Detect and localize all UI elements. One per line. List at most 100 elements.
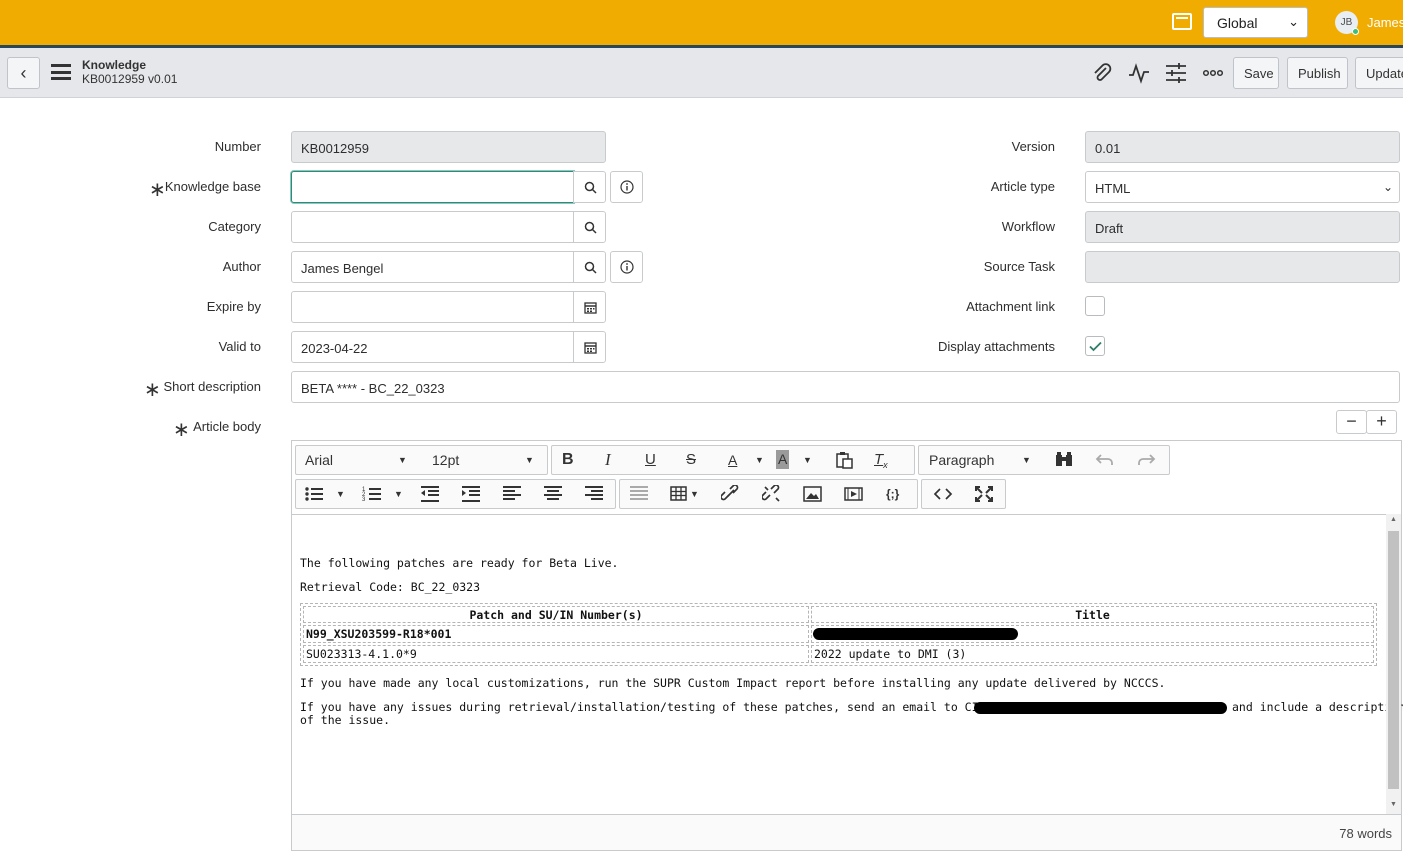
display-attachments-checkbox[interactable] xyxy=(1085,336,1105,356)
workflow-label: Workflow xyxy=(1001,219,1055,234)
format-toolbar-group: B I U S A ▼ A ▼ Tx xyxy=(551,445,915,475)
attachment-link-checkbox[interactable] xyxy=(1085,296,1105,316)
chevron-down-icon: ▼ xyxy=(755,455,764,465)
view-toolbar-group xyxy=(921,479,1006,509)
collapse-editor-button[interactable]: − xyxy=(1336,410,1367,434)
attachment-link-label: Attachment link xyxy=(966,299,1055,314)
info-icon xyxy=(620,180,634,194)
paperclip-icon[interactable] xyxy=(1091,62,1113,84)
unlink-icon[interactable] xyxy=(762,485,782,503)
number-field[interactable]: KB0012959 xyxy=(291,131,606,163)
fullscreen-icon[interactable] xyxy=(974,485,994,503)
author-lookup-button[interactable] xyxy=(573,251,606,283)
chevron-down-icon: ▼ xyxy=(803,455,812,465)
valid-to-label: Valid to xyxy=(218,339,261,354)
justify-icon[interactable] xyxy=(629,485,649,503)
update-button[interactable]: Update xyxy=(1355,57,1403,89)
bullet-list-icon[interactable] xyxy=(304,485,324,503)
article-type-select[interactable]: HTML ⌄ xyxy=(1085,171,1400,203)
chevron-down-icon: ▼ xyxy=(394,489,403,499)
activity-icon[interactable] xyxy=(1128,62,1150,84)
display-attachments-label: Display attachments xyxy=(937,339,1055,354)
strikethrough-icon[interactable]: S xyxy=(686,446,696,474)
valid-to-calendar-button[interactable] xyxy=(573,331,606,363)
block-format-select[interactable]: Paragraph xyxy=(929,446,994,474)
short-description-input[interactable]: BETA **** - BC_22_0323 xyxy=(291,371,1400,403)
editor-content-area[interactable]: The following patches are ready for Beta… xyxy=(292,514,1403,814)
version-field[interactable]: 0.01 xyxy=(1085,131,1400,163)
save-button[interactable]: Save xyxy=(1233,57,1279,89)
bold-icon[interactable]: B xyxy=(562,446,574,474)
author-input[interactable]: James Bengel xyxy=(291,251,574,283)
underline-icon[interactable]: U xyxy=(645,446,656,474)
chevron-down-icon: ▼ xyxy=(525,455,534,465)
article-body-editor[interactable]: Arial ▼ 12pt ▼ B I U S A ▼ A ▼ Tx Paragr… xyxy=(291,440,1403,851)
source-task-label: Source Task xyxy=(983,259,1055,274)
outdent-icon[interactable] xyxy=(420,485,440,503)
paste-icon[interactable] xyxy=(834,451,854,469)
table-icon[interactable] xyxy=(670,485,690,503)
chevron-down-icon: ⌄ xyxy=(1382,180,1393,194)
table-cell: SU023313-4.1.0*9 xyxy=(303,645,809,663)
expand-editor-button[interactable]: + xyxy=(1366,410,1397,434)
hamburger-menu-icon[interactable] xyxy=(51,64,71,80)
workflow-field[interactable]: Draft xyxy=(1085,211,1400,243)
text-color-icon[interactable]: A xyxy=(728,446,737,474)
body-paragraph: of the issue. xyxy=(300,713,391,727)
italic-icon[interactable]: I xyxy=(605,446,611,474)
font-size-select[interactable]: 12pt xyxy=(432,446,459,474)
find-replace-icon[interactable] xyxy=(1054,451,1074,469)
media-icon[interactable] xyxy=(844,485,864,503)
scope-select[interactable]: Global ⌄ xyxy=(1203,7,1308,38)
required-indicator: ∗ xyxy=(149,179,166,201)
source-task-field[interactable] xyxy=(1085,251,1400,283)
redo-icon[interactable] xyxy=(1136,451,1156,469)
chevron-down-icon: ▼ xyxy=(1022,455,1031,465)
editor-scrollbar[interactable]: ▲ ▼ xyxy=(1386,514,1401,814)
scroll-up-icon[interactable]: ▲ xyxy=(1390,516,1397,523)
expire-by-calendar-button[interactable] xyxy=(573,291,606,323)
chevron-down-icon: ▼ xyxy=(336,489,345,499)
insert-toolbar-group: ▼ {;} xyxy=(619,479,918,509)
knowledge-base-input[interactable] xyxy=(291,171,574,203)
more-options-icon[interactable] xyxy=(1202,62,1224,84)
align-right-icon[interactable] xyxy=(584,485,604,503)
category-input[interactable] xyxy=(291,211,574,243)
search-icon xyxy=(584,261,597,274)
author-info-button[interactable] xyxy=(610,251,643,283)
app-window-icon[interactable] xyxy=(1172,13,1192,30)
source-code-icon[interactable] xyxy=(933,485,953,503)
category-label: Category xyxy=(208,219,261,234)
expire-by-label: Expire by xyxy=(206,299,261,314)
scroll-down-icon[interactable]: ▼ xyxy=(1390,801,1397,808)
user-name[interactable]: James xyxy=(1367,15,1403,30)
font-toolbar-group: Arial ▼ 12pt ▼ xyxy=(295,445,548,475)
category-lookup-button[interactable] xyxy=(573,211,606,243)
expire-by-input[interactable] xyxy=(291,291,574,323)
publish-button[interactable]: Publish xyxy=(1287,57,1348,89)
chevron-down-icon: ▼ xyxy=(690,489,699,499)
clear-formatting-icon[interactable]: Tx xyxy=(874,446,888,474)
body-paragraph: and include a description xyxy=(1232,700,1403,714)
numbered-list-icon[interactable]: 123 xyxy=(362,485,382,503)
settings-sliders-icon[interactable] xyxy=(1165,62,1187,84)
font-family-select[interactable]: Arial xyxy=(305,446,333,474)
back-button[interactable]: ‹ xyxy=(7,57,40,89)
scrollbar-thumb[interactable] xyxy=(1388,531,1399,789)
image-icon[interactable] xyxy=(803,485,823,503)
form-header: ‹ Knowledge KB0012959 v0.01 Save Publish… xyxy=(0,48,1403,98)
knowledge-base-lookup-button[interactable] xyxy=(573,171,606,203)
page-title: Knowledge xyxy=(82,58,147,72)
knowledge-base-info-button[interactable] xyxy=(610,171,643,203)
calendar-icon xyxy=(584,302,597,314)
word-count: 78 words xyxy=(1339,826,1392,841)
background-color-icon[interactable]: A xyxy=(776,450,790,469)
undo-icon[interactable] xyxy=(1095,451,1115,469)
valid-to-input[interactable]: 2023-04-22 xyxy=(291,331,574,363)
align-center-icon[interactable] xyxy=(543,485,563,503)
table-cell: 2022 update to DMI (3) xyxy=(811,645,1374,663)
link-icon[interactable] xyxy=(721,485,741,503)
indent-icon[interactable] xyxy=(461,485,481,503)
align-left-icon[interactable] xyxy=(502,485,522,503)
code-sample-icon[interactable]: {;} xyxy=(886,480,899,508)
